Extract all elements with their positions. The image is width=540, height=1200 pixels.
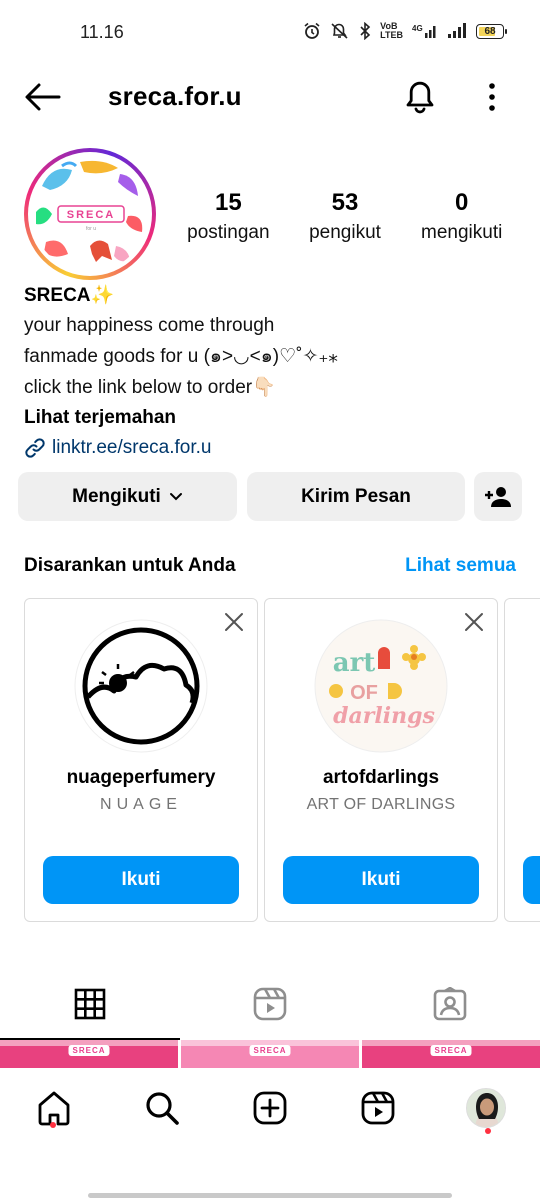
stat-value: 0	[455, 189, 469, 216]
status-icons: VoB LTEB 4G 68	[303, 21, 507, 40]
see-translation-link[interactable]: Lihat terjemahan	[24, 404, 524, 432]
arrow-left-icon	[25, 83, 61, 111]
profile-header: sreca.for.u	[0, 66, 540, 128]
post-thumbnail[interactable]: SRECA	[181, 1040, 359, 1068]
followers-stat[interactable]: 53 pengikut	[287, 188, 404, 246]
nav-create[interactable]	[216, 1068, 324, 1148]
profile-notification-dot	[485, 1128, 491, 1134]
svg-text:SRECA: SRECA	[67, 209, 116, 221]
tagged-icon	[433, 987, 467, 1021]
profile-avatar-small	[466, 1088, 506, 1128]
nav-reels[interactable]	[324, 1068, 432, 1148]
reels-icon	[253, 987, 287, 1021]
bluetooth-icon	[360, 22, 371, 40]
mute-icon	[331, 23, 348, 39]
stat-label: postingan	[187, 222, 270, 243]
close-icon	[465, 613, 483, 631]
home-notification-dot	[50, 1122, 56, 1128]
bio-link[interactable]: linktr.ee/sreca.for.u	[24, 433, 524, 463]
chevron-down-icon	[169, 492, 182, 500]
profile-bio: SRECA✨ your happiness come through fanma…	[24, 282, 524, 463]
follow-button-partial[interactable]	[523, 856, 540, 904]
gesture-bar	[88, 1193, 452, 1198]
more-vertical-icon	[489, 83, 495, 111]
notifications-button[interactable]	[402, 76, 438, 116]
suggestion-avatar[interactable]	[74, 619, 208, 753]
bio-line: click the link below to order👇🏻	[24, 377, 276, 398]
post-thumbnail[interactable]: SRECA	[362, 1040, 540, 1068]
tab-tagged[interactable]	[360, 968, 540, 1040]
svg-text:OF: OF	[350, 682, 378, 704]
posts-grid: SRECA SRECA SRECA	[0, 1040, 540, 1068]
svg-text:darlings: darlings	[333, 703, 435, 729]
suggestion-card[interactable]: nuageperfumery NUAGE Ikuti	[24, 598, 258, 922]
display-name: SRECA✨	[24, 285, 115, 306]
bio-line: your happiness come through	[24, 315, 275, 336]
bio-line: fanmade goods for u (๑>◡<๑)♡˚✧₊⁎	[24, 346, 338, 367]
suggestion-avatar[interactable]: art OF darlings	[314, 619, 448, 753]
following-button[interactable]: Mengikuti	[18, 472, 237, 521]
suggestion-username: artofdarlings	[322, 767, 440, 788]
post-thumbnail[interactable]: SRECA	[0, 1040, 178, 1068]
artofdarlings-logo-image: art OF darlings	[314, 619, 448, 753]
nuage-logo-image	[74, 619, 208, 753]
bio-link-text: linktr.ee/sreca.for.u	[52, 437, 212, 458]
alarm-icon	[304, 22, 320, 39]
profile-actions: Mengikuti Kirim Pesan	[18, 472, 522, 522]
tab-reels[interactable]	[180, 968, 360, 1040]
profile-username-title: sreca.for.u	[108, 81, 242, 111]
svg-text:art: art	[333, 648, 376, 678]
link-icon	[25, 438, 45, 458]
signal-4g-icon: 4G	[412, 24, 436, 38]
see-all-link[interactable]: Lihat semua	[405, 555, 516, 577]
volte-indicator: VoB LTEB	[380, 21, 403, 40]
bell-icon	[406, 81, 434, 114]
create-icon	[253, 1091, 287, 1125]
tab-posts-grid[interactable]	[0, 968, 180, 1040]
user-photo-image	[467, 1089, 505, 1127]
suggestion-username: nuageperfumery	[66, 767, 216, 788]
nav-search[interactable]	[108, 1068, 216, 1148]
sreca-logo-image: SRECA for u	[32, 156, 148, 272]
add-user-icon	[485, 486, 511, 507]
profile-tabs	[0, 968, 540, 1040]
follow-button[interactable]: Ikuti	[283, 856, 479, 904]
suggestion-card-partial[interactable]	[504, 598, 540, 922]
search-icon	[146, 1092, 179, 1125]
suggestions-title: Disarankan untuk Anda	[24, 555, 236, 576]
following-stat[interactable]: 0 mengikuti	[403, 188, 520, 246]
reels-icon	[361, 1091, 395, 1125]
stat-label: mengikuti	[421, 222, 503, 243]
signal-icon	[448, 23, 466, 38]
following-button-label: Mengikuti	[72, 485, 161, 507]
home-icon	[38, 1091, 70, 1126]
dismiss-suggestion-button[interactable]	[223, 611, 245, 633]
suggest-users-button[interactable]	[474, 472, 522, 521]
stat-value: 53	[331, 189, 359, 216]
nav-home[interactable]	[0, 1068, 108, 1148]
status-bar: 11.16 VoB LTEB 4G 68	[0, 0, 540, 66]
message-button[interactable]: Kirim Pesan	[247, 472, 465, 521]
bottom-navigation	[0, 1068, 540, 1148]
stat-value: 15	[214, 189, 242, 216]
suggestion-fullname: NUAGE	[100, 796, 182, 813]
dismiss-suggestion-button[interactable]	[463, 611, 485, 633]
stat-label: pengikut	[309, 222, 381, 243]
suggestion-fullname: ART OF DARLINGS	[306, 796, 456, 813]
svg-text:4G: 4G	[412, 24, 423, 33]
grid-icon	[74, 988, 106, 1020]
close-icon	[225, 613, 243, 631]
back-button[interactable]	[22, 80, 62, 114]
avatar-image: SRECA for u	[32, 156, 148, 272]
profile-stats: 15 postingan 53 pengikut 0 mengikuti	[170, 188, 520, 246]
nav-profile[interactable]	[432, 1068, 540, 1148]
svg-text:for u: for u	[86, 226, 96, 232]
posts-stat[interactable]: 15 postingan	[170, 188, 287, 246]
profile-avatar[interactable]: SRECA for u	[24, 148, 156, 280]
status-time: 11.16	[80, 22, 124, 42]
more-options-button[interactable]	[478, 78, 506, 116]
follow-button[interactable]: Ikuti	[43, 856, 239, 904]
suggestion-card[interactable]: art OF darlings artofdarlings ART OF DAR…	[264, 598, 498, 922]
battery-icon: 68	[476, 23, 507, 39]
